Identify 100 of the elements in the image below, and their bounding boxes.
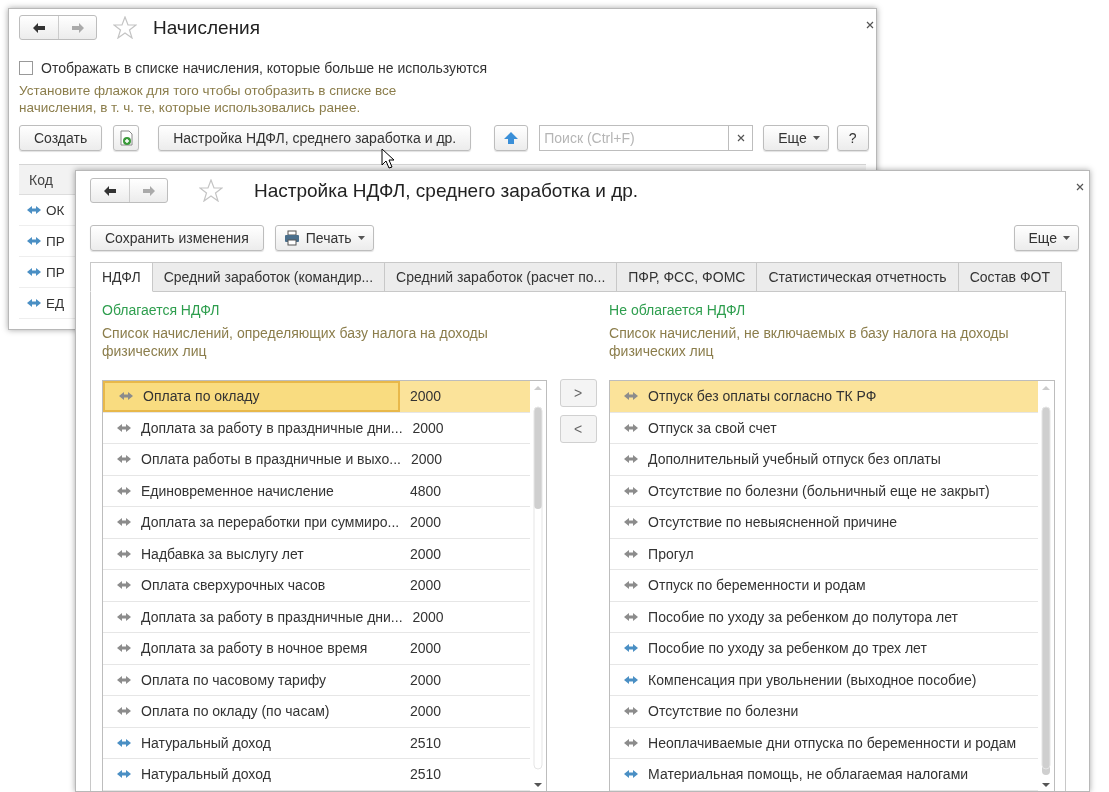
item-name: Неоплачиваемые дни отпуска по беременности и родам xyxy=(648,734,1017,751)
settings-button[interactable]: Настройка НДФЛ, среднего заработка и др. xyxy=(158,125,472,151)
item-name: Натуральный доход xyxy=(141,734,271,751)
table-cell: ОК xyxy=(46,202,65,218)
caret-icon xyxy=(812,136,820,140)
navigation-buttons[interactable] xyxy=(19,15,97,40)
list-row[interactable]: Отпуск без оплаты согласно ТК РФ xyxy=(610,381,1038,413)
back-arrow-icon xyxy=(32,21,46,34)
list-row[interactable]: Пособие по уходу за ребенком до полутора лет xyxy=(610,601,1038,633)
search-field[interactable]: Поиск (Ctrl+F) xyxy=(539,125,730,151)
tab[interactable]: Состав ФОТ xyxy=(958,262,1062,292)
item-name: Отсутствие по болезни (больничный еще не закрыт) xyxy=(648,482,990,499)
section-heading: Облагается НДФЛ xyxy=(102,302,221,320)
more-button[interactable]: Еще xyxy=(1013,225,1079,251)
amount-text: 2000 xyxy=(408,640,443,657)
list-row[interactable]: Отсутствие по болезни xyxy=(610,696,1038,728)
caret-icon xyxy=(357,236,365,240)
checkbox[interactable] xyxy=(19,61,33,75)
item-name: Отсутствие по невыясненной причине xyxy=(648,514,897,531)
list-row[interactable]: Отпуск за свой счет xyxy=(610,412,1038,444)
create-button[interactable]: Создать xyxy=(19,125,103,151)
list-row[interactable]: Оплата работы в праздничные и выхо... 2000 xyxy=(103,444,530,476)
list-row[interactable]: Материальная помощь, не облагаемая налогами xyxy=(610,759,1038,791)
list-row[interactable]: Оплата по окладу (по часам) 2000 xyxy=(103,696,530,728)
list-row[interactable]: Натуральный доход 2510 xyxy=(103,727,530,759)
amount-text: 4800 xyxy=(408,482,443,499)
list-row[interactable]: Натуральный доход 2510 xyxy=(103,759,530,791)
upload-button[interactable] xyxy=(494,125,529,151)
save-button[interactable]: Сохранить изменения xyxy=(90,225,264,251)
tab[interactable]: ПФР, ФСС, ФОМС xyxy=(617,262,758,292)
list-row[interactable]: Пособие по уходу за ребенком до трех лет xyxy=(610,633,1038,665)
hint-text: Установите флажок для того чтобы отобразить в списке все начисления, в т. ч. те, которые использовались ранее. xyxy=(19,82,398,116)
amount-text: 2510 xyxy=(408,734,443,751)
list-row[interactable]: Компенсация при увольнении (выходное пособие) xyxy=(610,664,1038,696)
item-name: Компенсация при увольнении (выходное пособие) xyxy=(648,671,977,688)
amount-text: 2510 xyxy=(408,766,443,783)
list-row[interactable]: Доплата за работу в праздничные дни... 2000 xyxy=(103,412,530,444)
list-row[interactable]: Доплата за работу в праздничные дни... 2000 xyxy=(103,601,530,633)
item-name: Пособие по уходу за ребенком до полутора лет xyxy=(648,608,958,625)
item-name: Дополнительный учебный отпуск без оплаты xyxy=(648,451,941,468)
star-icon xyxy=(113,16,137,39)
back-arrow-icon xyxy=(103,184,117,197)
item-name: Натуральный доход xyxy=(141,766,271,783)
list-row[interactable]: Отсутствие по невыясненной причине xyxy=(610,507,1038,539)
move-button[interactable]: < xyxy=(559,415,597,443)
list-row[interactable]: Неоплачиваемые дни отпуска по беременности и родам xyxy=(610,727,1038,759)
help-button[interactable]: ? xyxy=(836,125,869,151)
list-row[interactable]: Надбавка за выслугу лет 2000 xyxy=(103,538,530,570)
item-name: Оплата по окладу (по часам) xyxy=(141,703,330,720)
list-row[interactable]: Оплата по окладу 2000 xyxy=(103,381,530,413)
amount-text: 2000 xyxy=(409,451,444,468)
more-button[interactable]: Еще xyxy=(763,125,829,151)
item-name: Пособие по уходу за ребенком до трех лет xyxy=(648,640,927,657)
tab[interactable]: Средний заработок (расчет по... xyxy=(385,262,618,292)
list-row[interactable]: Прогул xyxy=(610,538,1038,570)
list-row[interactable]: Доплата за переработки при суммиро... 2000 xyxy=(103,507,530,539)
item-name: Отпуск по беременности и родам xyxy=(648,577,866,594)
forward-arrow-icon xyxy=(141,184,156,197)
add-document-button[interactable] xyxy=(113,125,140,151)
section-heading: Не облагается НДФЛ xyxy=(609,302,747,320)
amount-text: 2000 xyxy=(408,671,443,688)
star-icon xyxy=(199,179,223,202)
section-description: Список начислений, не включаемых в базу налога на доходы физических лиц xyxy=(609,324,1010,361)
list-row[interactable]: Отпуск по беременности и родам xyxy=(610,570,1038,602)
item-name: Отсутствие по болезни xyxy=(648,703,799,720)
item-name: Доплата за работу в ночное время xyxy=(141,640,368,657)
navigation-buttons[interactable] xyxy=(90,178,168,203)
amount-text: 2000 xyxy=(408,577,443,594)
list-row[interactable]: Отсутствие по болезни (больничный еще не закрыт) xyxy=(610,475,1038,507)
item-name: Прогул xyxy=(648,545,694,562)
print-button[interactable]: Печать xyxy=(274,225,374,251)
table-cell: ПР xyxy=(46,264,65,280)
item-name: Надбавка за выслугу лет xyxy=(141,545,304,562)
caret-icon xyxy=(1063,236,1070,240)
item-name: Оплата работы в праздничные и выхо... xyxy=(141,451,401,468)
item-name: Доплата за работу в праздничные дни... xyxy=(141,608,403,625)
forward-arrow-icon xyxy=(70,21,85,34)
list-row[interactable]: Единовременное начисление 4800 xyxy=(103,475,530,507)
move-button[interactable]: > xyxy=(559,379,597,407)
item-name: Единовременное начисление xyxy=(141,482,334,499)
tab[interactable]: Средний заработок (командир... xyxy=(152,262,386,292)
checkbox-label: Отображать в списке начисления, которые больше не используются xyxy=(41,60,488,76)
item-name: Доплата за переработки при суммиро... xyxy=(141,514,400,531)
tab[interactable]: Статистическая отчетность xyxy=(757,262,959,292)
up-arrow-icon xyxy=(503,131,520,145)
list-row[interactable]: Дополнительный учебный отпуск без оплаты xyxy=(610,444,1038,476)
list-row[interactable]: Оплата сверхурочных часов 2000 xyxy=(103,570,530,602)
list-row[interactable]: Оплата по часовому тарифу 2000 xyxy=(103,664,530,696)
list-row[interactable]: Доплата за работу в ночное время 2000 xyxy=(103,633,530,665)
close-icon[interactable] xyxy=(1076,183,1084,191)
item-name: Отпуск без оплаты согласно ТК РФ xyxy=(648,388,877,405)
item-name: Оплата по часовому тарифу xyxy=(141,671,327,688)
item-name: Оплата сверхурочных часов xyxy=(141,577,326,594)
window-title: Начисления xyxy=(153,16,260,39)
amount-text: 2000 xyxy=(411,419,445,436)
item-name: Оплата по окладу xyxy=(143,388,260,405)
document-plus-icon xyxy=(119,130,134,146)
tab[interactable]: НДФЛ xyxy=(90,262,153,292)
item-name: Отпуск за свой счет xyxy=(648,419,777,436)
amount-text: 2000 xyxy=(408,703,443,720)
